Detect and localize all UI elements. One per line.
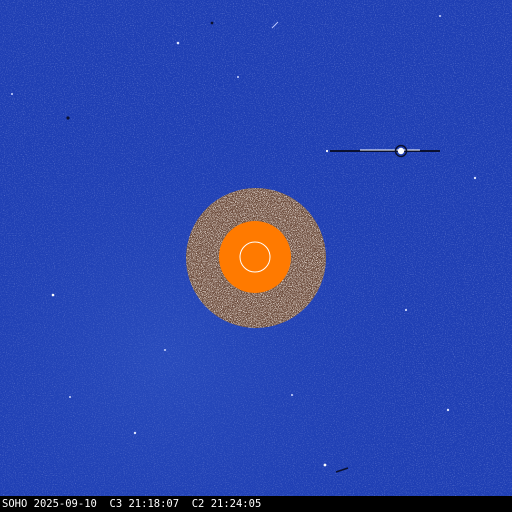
date-label: 2025-09-10: [33, 498, 97, 510]
observatory-label: SOHO: [2, 498, 28, 510]
c2-label: C2: [191, 498, 205, 510]
occulter-disk: [219, 221, 291, 293]
caption-bar: SOHO 2025-09-10 C3 21:18:07 C2 21:24:05: [0, 496, 512, 512]
c3-time: 21:18:07: [128, 498, 180, 510]
coronagraph-svg: [0, 0, 512, 496]
coronagraph-image: SOHO 2025-09-10 C3 21:18:07 C2 21:24:05: [0, 0, 512, 512]
coronagraph-field: [0, 0, 512, 496]
c2-time: 21:24:05: [210, 498, 262, 510]
c3-label: C3: [109, 498, 123, 510]
caption-text: SOHO 2025-09-10 C3 21:18:07 C2 21:24:05: [2, 496, 261, 512]
